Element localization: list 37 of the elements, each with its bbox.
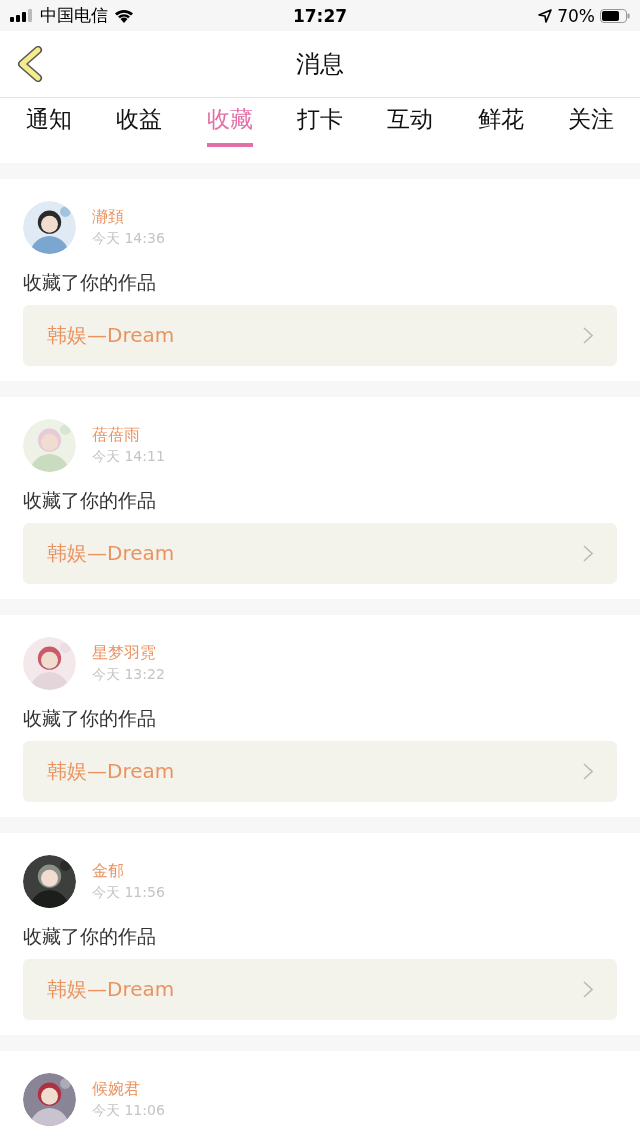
message-time: 今天 11:56: [92, 884, 165, 902]
clock-time: 17:27: [292, 5, 348, 26]
category-tab[interactable]: 通知: [26, 104, 72, 147]
battery-percent: 70%: [557, 5, 595, 26]
message-text: 收藏了你的作品: [23, 924, 157, 948]
work-link[interactable]: 韩娱—Dream: [23, 523, 617, 584]
chevron-icon: [583, 763, 593, 780]
signal-icon: [10, 9, 34, 22]
user-name[interactable]: 候婉君: [92, 1079, 165, 1100]
message-time: 今天 14:11: [92, 448, 165, 466]
work-link[interactable]: 韩娱—Dream: [23, 741, 617, 802]
wifi-icon: [114, 8, 134, 23]
message-text: 收藏了你的作品: [23, 706, 157, 730]
battery-icon: [600, 8, 630, 23]
message-text: 收藏了你的作品: [23, 488, 157, 512]
category-tab[interactable]: 收藏: [206, 104, 253, 147]
work-link[interactable]: 韩娱—Dream: [23, 959, 617, 1020]
message-time: 今天 14:36: [92, 230, 165, 248]
chevron-icon: [583, 327, 593, 344]
chevron-icon: [583, 981, 593, 998]
work-link[interactable]: 韩娱—Dream: [23, 305, 617, 366]
category-tab[interactable]: 收益: [116, 104, 163, 147]
category-tab[interactable]: 关注: [567, 104, 614, 147]
message-time: 今天 11:06: [92, 1102, 165, 1120]
message-text: 收藏了你的作品: [23, 270, 157, 294]
category-tab[interactable]: 鲜花: [477, 104, 524, 147]
user-name[interactable]: 金郁: [92, 861, 165, 882]
message-time: 今天 13:22: [92, 666, 165, 684]
location-arrow-icon: [538, 8, 553, 23]
category-tab[interactable]: 打卡: [297, 104, 343, 147]
category-tab[interactable]: 互动: [387, 104, 434, 147]
chevron-icon: [583, 545, 593, 562]
page-title: 消息: [296, 49, 344, 80]
user-name[interactable]: 星梦羽霓: [92, 643, 165, 664]
user-name[interactable]: 蓓蓓雨: [92, 425, 165, 446]
carrier-name: 中国电信: [40, 4, 108, 27]
user-name[interactable]: 瀞頚: [92, 207, 165, 228]
